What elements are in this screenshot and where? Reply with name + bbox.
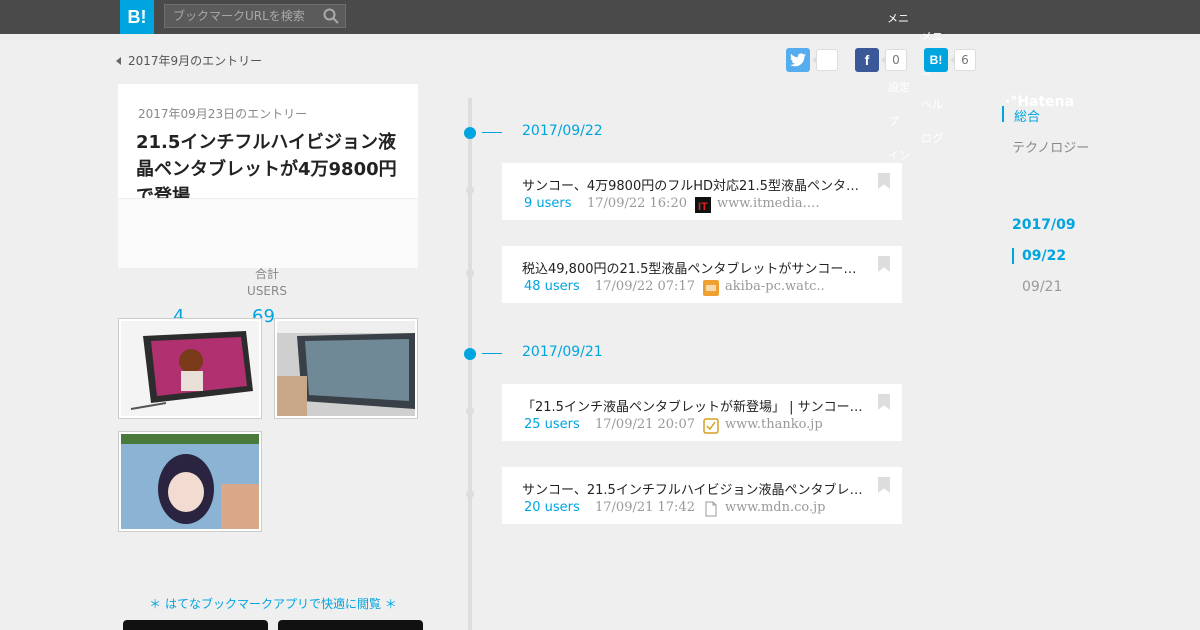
- users-label-bottom: USERS: [247, 284, 287, 298]
- entry-domain[interactable]: www.mdn.co.jp: [725, 500, 826, 515]
- entry-timestamp: 17/09/22 07:17: [595, 279, 695, 294]
- entry-timestamp: 17/09/21 17:42: [595, 500, 695, 515]
- thumbnail-tablet-3[interactable]: [118, 431, 262, 532]
- login-link[interactable]: ログ: [921, 130, 943, 146]
- twitter-icon[interactable]: [786, 48, 810, 72]
- users-count-link[interactable]: 9 users: [524, 196, 572, 211]
- users-count-link[interactable]: 20 users: [524, 500, 580, 515]
- entry-title-link[interactable]: 「21.5インチ液晶ペンタブレットが新登場」 | サンコーレアモノ,ショップUS…: [522, 396, 867, 415]
- thumbnail-tablet-2[interactable]: [274, 318, 418, 419]
- entry-domain[interactable]: www.itmedia.…: [717, 196, 820, 211]
- help-link[interactable]: ヘル: [921, 96, 943, 112]
- users-count-link[interactable]: 25 users: [524, 417, 580, 432]
- breadcrumb-label: 2017年9月のエントリー: [128, 54, 263, 68]
- bookmark-icon[interactable]: [878, 256, 890, 272]
- hatena-bookmark-icon[interactable]: B!: [924, 48, 948, 72]
- app-store-badge[interactable]: [123, 620, 268, 630]
- entry-title-link[interactable]: サンコー、21.5インチフルハイビジョン液晶ペンタブレットを4万9800円で発売…: [522, 479, 867, 498]
- entry-timestamp: 17/09/21 20:07: [595, 417, 695, 432]
- hatena-share[interactable]: B! 6: [924, 48, 976, 72]
- archive-day[interactable]: 09/22: [1022, 248, 1066, 264]
- menu-link[interactable]: メニ: [887, 10, 909, 26]
- entry-domain[interactable]: www.thanko.jp: [725, 417, 823, 432]
- timeline-line: [468, 98, 472, 630]
- thanko-favicon-icon: [703, 418, 719, 434]
- akiba-favicon-icon: [703, 280, 719, 296]
- users-label: 合計 USERS: [240, 266, 294, 300]
- entry-card: 2017年09月23日のエントリー 21.5インチフルハイビジョン液晶ペンタブレ…: [118, 84, 418, 268]
- document-favicon-icon: [705, 501, 717, 517]
- card-footer: [118, 198, 418, 268]
- category-general[interactable]: 総合: [1014, 106, 1040, 125]
- entry-item[interactable]: 税込49,800円の21.5型液晶ペンタブレットがサンコーから - AKIBA …: [502, 246, 902, 303]
- timeline-node: [466, 407, 474, 415]
- timeline-date[interactable]: 2017/09/22: [522, 123, 603, 139]
- entry-item[interactable]: サンコー、21.5インチフルハイビジョン液晶ペンタブレットを4万9800円で発売…: [502, 467, 902, 524]
- entry-timestamp: 17/09/22 16:20: [587, 196, 687, 211]
- back-arrow-icon: [116, 56, 121, 65]
- bookmark-icon[interactable]: [878, 394, 890, 410]
- timeline-marker: [464, 348, 476, 360]
- entry-date: 2017年09月23日のエントリー: [138, 107, 308, 121]
- settings-link[interactable]: 設定: [888, 79, 910, 95]
- entry-item[interactable]: サンコー、4万9800円のフルHD対応21.5型液晶ペンタブレット - ITme…: [502, 163, 902, 220]
- menu-label[interactable]: メニ: [921, 28, 943, 44]
- hatena-count: 6: [950, 49, 976, 71]
- timeline-node: [466, 269, 474, 277]
- facebook-count: 0: [881, 49, 907, 71]
- search-input[interactable]: [165, 5, 315, 27]
- twitter-share[interactable]: [786, 48, 838, 72]
- app-promo[interactable]: ＊ はてなブックマークアプリで快適に閲覧 ＊: [118, 595, 428, 612]
- timeline-node: [466, 490, 474, 498]
- search-icon[interactable]: [323, 8, 339, 24]
- thumbnail-tablet-1[interactable]: [118, 318, 262, 419]
- users-label-top: 合計: [254, 267, 279, 281]
- hatena-bookmark-logo[interactable]: B!: [120, 0, 154, 34]
- breadcrumb[interactable]: 2017年9月のエントリー: [116, 52, 262, 69]
- bookmark-icon[interactable]: [878, 477, 890, 493]
- facebook-icon[interactable]: f: [855, 48, 879, 72]
- archive-month[interactable]: 2017/09: [1012, 217, 1076, 233]
- entry-item[interactable]: 「21.5インチ液晶ペンタブレットが新登場」 | サンコーレアモノ,ショップUS…: [502, 384, 902, 441]
- timeline-connector: [482, 132, 502, 133]
- google-play-badge[interactable]: [278, 620, 423, 630]
- search-box: [164, 4, 346, 28]
- itmedia-favicon-icon: IT: [695, 197, 711, 213]
- entry-title-link[interactable]: 税込49,800円の21.5型液晶ペンタブレットがサンコーから - AKIBA …: [522, 258, 867, 277]
- timeline-node: [466, 186, 474, 194]
- users-count-link[interactable]: 48 users: [524, 279, 580, 294]
- active-indicator: [1002, 106, 1004, 122]
- category-technology[interactable]: テクノロジー: [1012, 137, 1089, 156]
- top-bar: B! メニ: [0, 0, 1200, 34]
- help-link-part[interactable]: プ: [888, 113, 899, 129]
- drawing-photo: [121, 434, 259, 529]
- tablet-photo: [277, 321, 415, 416]
- timeline-date[interactable]: 2017/09/21: [522, 344, 603, 360]
- archive-day[interactable]: 09/21: [1022, 279, 1062, 295]
- entry-title-link[interactable]: サンコー、4万9800円のフルHD対応21.5型液晶ペンタブレット - ITme…: [522, 175, 867, 194]
- bookmark-icon[interactable]: [878, 173, 890, 189]
- twitter-count: [812, 49, 838, 71]
- tablet-image: [121, 321, 259, 416]
- timeline-connector: [482, 353, 502, 354]
- facebook-share[interactable]: f 0: [855, 48, 907, 72]
- login-link-part[interactable]: イン: [888, 147, 910, 163]
- entry-domain[interactable]: akiba-pc.watc..: [725, 279, 825, 294]
- active-day-indicator: [1012, 248, 1014, 264]
- timeline-marker: [464, 127, 476, 139]
- svg-text:IT: IT: [698, 201, 708, 213]
